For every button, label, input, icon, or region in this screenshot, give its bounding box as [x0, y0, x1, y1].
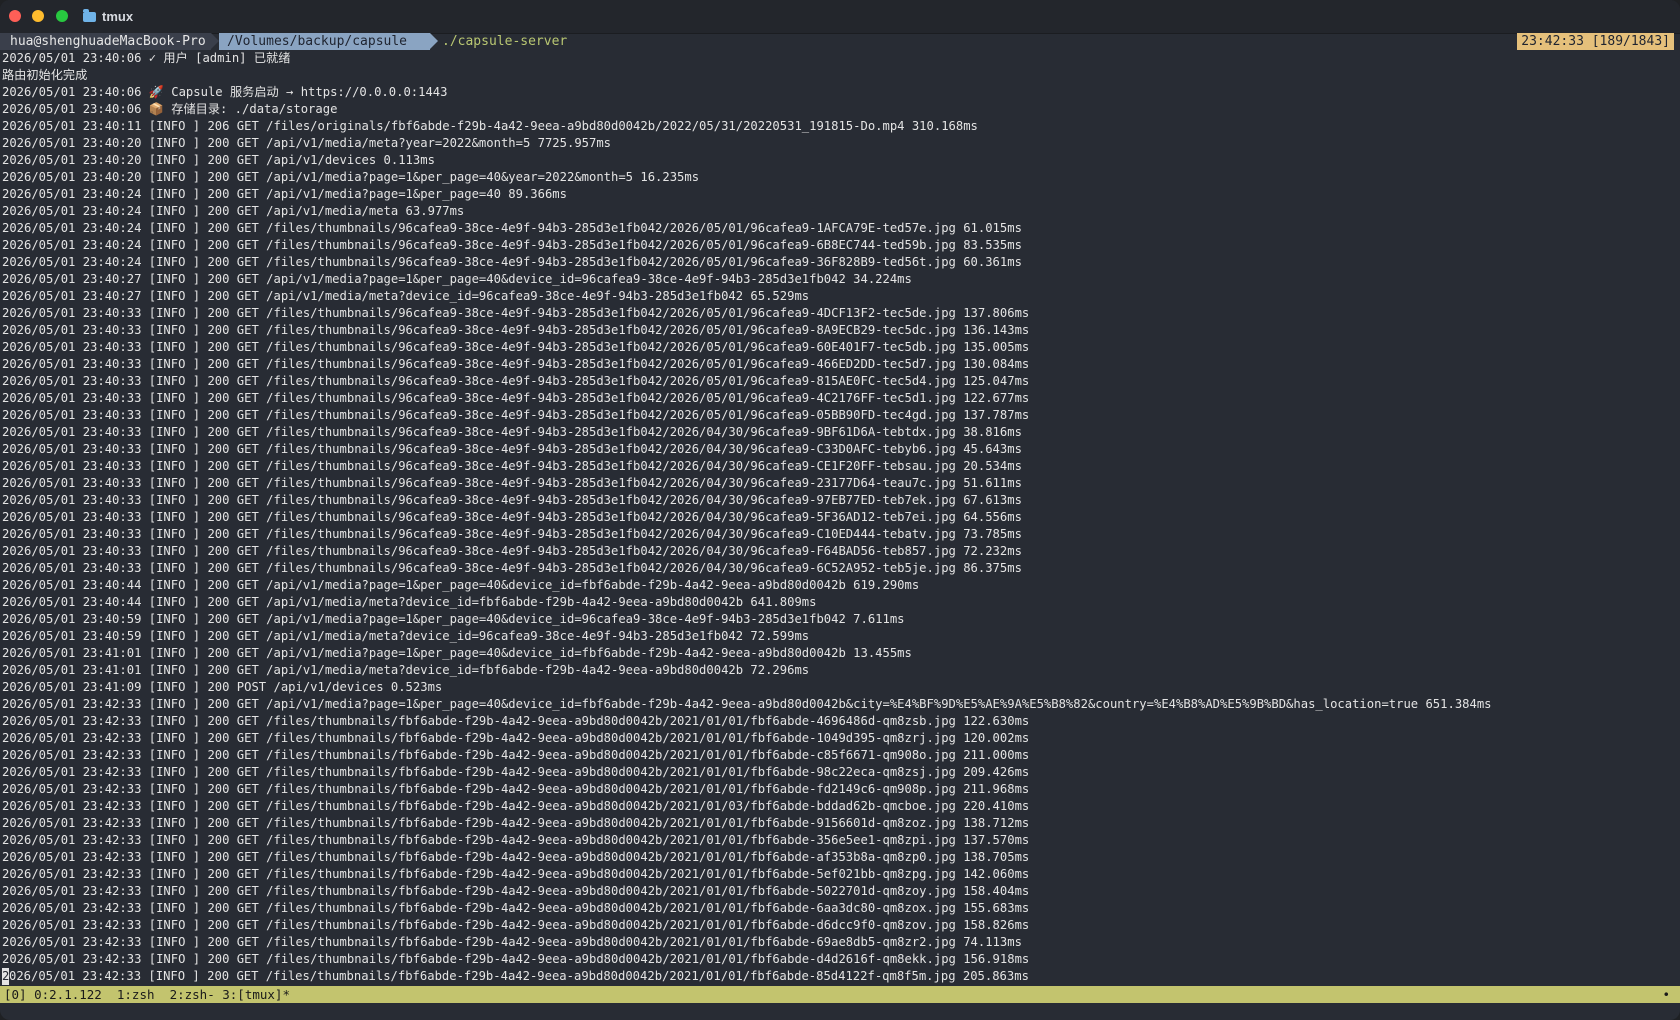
log-line: 2026/05/01 23:40:33 [INFO ] 200 GET /fil…	[2, 527, 1022, 541]
log-line-text: 026/05/01 23:42:33 [INFO ] 200 GET /file…	[9, 969, 1029, 983]
log-line: 2026/05/01 23:40:44 [INFO ] 200 GET /api…	[2, 578, 920, 592]
log-line-with-cursor: 2026/05/01 23:42:33 [INFO ] 200 GET /fil…	[2, 968, 1678, 985]
log-line: 2026/05/01 23:40:33 [INFO ] 200 GET /fil…	[2, 425, 1022, 439]
prompt-command: ./capsule-server	[442, 34, 568, 49]
log-line: 2026/05/01 23:42:33 [INFO ] 200 GET /fil…	[2, 816, 1030, 830]
log-line: 2026/05/01 23:41:01 [INFO ] 200 GET /api…	[2, 663, 810, 677]
log-line: 2026/05/01 23:40:24 [INFO ] 200 GET /fil…	[2, 238, 1022, 252]
tmux-status-right: •	[1662, 987, 1670, 1002]
terminal-cursor: 2	[2, 968, 10, 985]
terminal-output[interactable]: 2026/05/01 23:40:06 ✓ 用户 [admin] 已就绪 路由初始…	[2, 50, 1678, 985]
log-line: 2026/05/01 23:40:59 [INFO ] 200 GET /api…	[2, 629, 810, 643]
log-line: 2026/05/01 23:40:24 [INFO ] 200 GET /api…	[2, 204, 465, 218]
prompt-path: /Volumes/backup/capsule	[219, 33, 430, 50]
tmux-status-bar: [0] 0:2.1.122 1:zsh 2:zsh- 3:[tmux]* •	[0, 986, 1680, 1003]
log-line: 2026/05/01 23:41:01 [INFO ] 200 GET /api…	[2, 646, 912, 660]
powerline-separator	[211, 33, 219, 49]
log-line: 2026/05/01 23:42:33 [INFO ] 200 GET /fil…	[2, 850, 1030, 864]
tmux-window-list[interactable]: [0] 0:2.1.122 1:zsh 2:zsh- 3:[tmux]*	[4, 986, 290, 1003]
log-line: 2026/05/01 23:42:33 [INFO ] 200 GET /fil…	[2, 901, 1030, 915]
terminal-window: tmux hua@shenghuadeMacBook-Pro /Volumes/…	[0, 0, 1680, 1020]
log-line: 2026/05/01 23:42:33 [INFO ] 200 GET /api…	[2, 697, 1492, 711]
close-button[interactable]	[9, 10, 21, 22]
log-line: 2026/05/01 23:40:20 [INFO ] 200 GET /api…	[2, 170, 700, 184]
log-line: 2026/05/01 23:40:44 [INFO ] 200 GET /api…	[2, 595, 817, 609]
log-line: 2026/05/01 23:42:33 [INFO ] 200 GET /fil…	[2, 765, 1030, 779]
log-line: 2026/05/01 23:40:33 [INFO ] 200 GET /fil…	[2, 476, 1022, 490]
log-line: 2026/05/01 23:42:33 [INFO ] 200 GET /fil…	[2, 799, 1030, 813]
log-line: 2026/05/01 23:40:20 [INFO ] 200 GET /api…	[2, 136, 612, 150]
log-line: 2026/05/01 23:42:33 [INFO ] 200 GET /fil…	[2, 833, 1030, 847]
log-line: 2026/05/01 23:40:59 [INFO ] 200 GET /api…	[2, 612, 905, 626]
log-line: 2026/05/01 23:40:24 [INFO ] 200 GET /fil…	[2, 255, 1022, 269]
log-line: 2026/05/01 23:41:09 [INFO ] 200 POST /ap…	[2, 680, 443, 694]
log-line: 2026/05/01 23:40:27 [INFO ] 200 GET /api…	[2, 272, 912, 286]
prompt-clock: 23:42:33 [189/1843]	[1517, 33, 1674, 50]
window-title-text: tmux	[102, 9, 134, 24]
log-line: 2026/05/01 23:40:33 [INFO ] 200 GET /fil…	[2, 561, 1022, 575]
window-title: tmux	[83, 8, 133, 25]
log-line: 2026/05/01 23:40:33 [INFO ] 200 GET /fil…	[2, 374, 1030, 388]
log-line: 2026/05/01 23:40:24 [INFO ] 200 GET /api…	[2, 187, 567, 201]
log-line: 2026/05/01 23:40:33 [INFO ] 200 GET /fil…	[2, 323, 1030, 337]
log-line: 2026/05/01 23:40:33 [INFO ] 200 GET /fil…	[2, 510, 1022, 524]
title-bar[interactable]: tmux	[0, 0, 1680, 34]
log-line: 2026/05/01 23:40:33 [INFO ] 200 GET /fil…	[2, 493, 1022, 507]
log-line: 路由初始化完成	[2, 68, 88, 82]
log-line: 2026/05/01 23:40:06 🚀 Capsule 服务启动 → htt…	[2, 85, 448, 99]
log-line: 2026/05/01 23:42:33 [INFO ] 200 GET /fil…	[2, 782, 1030, 796]
log-line: 2026/05/01 23:40:33 [INFO ] 200 GET /fil…	[2, 408, 1030, 422]
log-line: 2026/05/01 23:40:33 [INFO ] 200 GET /fil…	[2, 357, 1030, 371]
log-line: 2026/05/01 23:42:33 [INFO ] 200 GET /fil…	[2, 884, 1030, 898]
powerline-separator	[430, 33, 438, 49]
log-line: 2026/05/01 23:40:11 [INFO ] 206 GET /fil…	[2, 119, 978, 133]
log-line: 2026/05/01 23:40:33 [INFO ] 200 GET /fil…	[2, 340, 1030, 354]
log-line: 2026/05/01 23:40:33 [INFO ] 200 GET /fil…	[2, 544, 1022, 558]
folder-icon	[83, 8, 96, 22]
minimize-button[interactable]	[32, 10, 44, 22]
zoom-button[interactable]	[56, 10, 68, 22]
log-line: 2026/05/01 23:40:33 [INFO ] 200 GET /fil…	[2, 306, 1030, 320]
log-line: 2026/05/01 23:40:33 [INFO ] 200 GET /fil…	[2, 442, 1022, 456]
log-line: 2026/05/01 23:42:33 [INFO ] 200 GET /fil…	[2, 867, 1030, 881]
prompt-line: hua@shenghuadeMacBook-Pro /Volumes/backu…	[0, 33, 1680, 50]
log-line: 2026/05/01 23:42:33 [INFO ] 200 GET /fil…	[2, 918, 1030, 932]
log-line: 2026/05/01 23:42:33 [INFO ] 200 GET /fil…	[2, 952, 1030, 966]
log-line: 2026/05/01 23:40:24 [INFO ] 200 GET /fil…	[2, 221, 1022, 235]
log-line: 2026/05/01 23:40:33 [INFO ] 200 GET /fil…	[2, 391, 1030, 405]
log-line: 2026/05/01 23:40:06 ✓ 用户 [admin] 已就绪	[2, 51, 291, 65]
log-line: 2026/05/01 23:42:33 [INFO ] 200 GET /fil…	[2, 714, 1030, 728]
log-line: 2026/05/01 23:42:33 [INFO ] 200 GET /fil…	[2, 731, 1030, 745]
log-line: 2026/05/01 23:42:33 [INFO ] 200 GET /fil…	[2, 748, 1030, 762]
log-line: 2026/05/01 23:40:33 [INFO ] 200 GET /fil…	[2, 459, 1022, 473]
prompt-user-host: hua@shenghuadeMacBook-Pro	[0, 33, 211, 50]
log-line: 2026/05/01 23:40:27 [INFO ] 200 GET /api…	[2, 289, 810, 303]
log-line: 2026/05/01 23:40:06 📦 存储目录: ./data/stora…	[2, 102, 338, 116]
log-line: 2026/05/01 23:40:20 [INFO ] 200 GET /api…	[2, 153, 435, 167]
log-line: 2026/05/01 23:42:33 [INFO ] 200 GET /fil…	[2, 935, 1022, 949]
